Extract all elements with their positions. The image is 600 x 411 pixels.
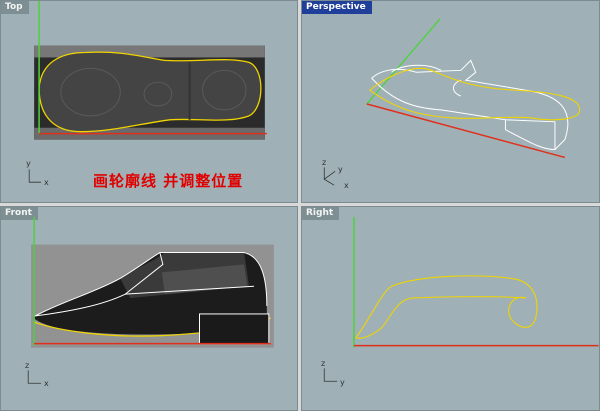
perspective-view-canvas — [323, 18, 581, 186]
axis-glyph-z-label: z — [322, 158, 327, 167]
sole-outline-curve — [38, 51, 262, 133]
heel-block — [199, 313, 270, 345]
instruction-annotation: 画轮廓线 并调整位置 — [93, 172, 244, 190]
profile-curve — [355, 275, 538, 339]
y-axis-line — [366, 18, 441, 105]
axis-glyph-y-label: y — [26, 159, 31, 168]
sole-curve-3d — [368, 67, 581, 121]
viewport-perspective[interactable]: Perspective z x y — [301, 0, 600, 203]
axis-glyph-x-label: x — [344, 181, 349, 190]
axis-glyph-x-label: x — [44, 379, 49, 388]
axis-glyph-z-label: z — [321, 359, 326, 368]
shoe-wireframe — [371, 59, 569, 151]
viewport-right[interactable]: Right z y — [301, 206, 600, 411]
axis-glyph-z-label: z — [25, 361, 30, 370]
axis-glyph-x-label: x — [44, 178, 49, 187]
viewport-front[interactable]: Front z x — [0, 206, 298, 411]
right-view-canvas — [323, 216, 599, 382]
axis-glyph-y-label: y — [340, 378, 345, 387]
x-axis-line — [366, 103, 566, 159]
axis-glyph-y-label: y — [338, 165, 343, 174]
